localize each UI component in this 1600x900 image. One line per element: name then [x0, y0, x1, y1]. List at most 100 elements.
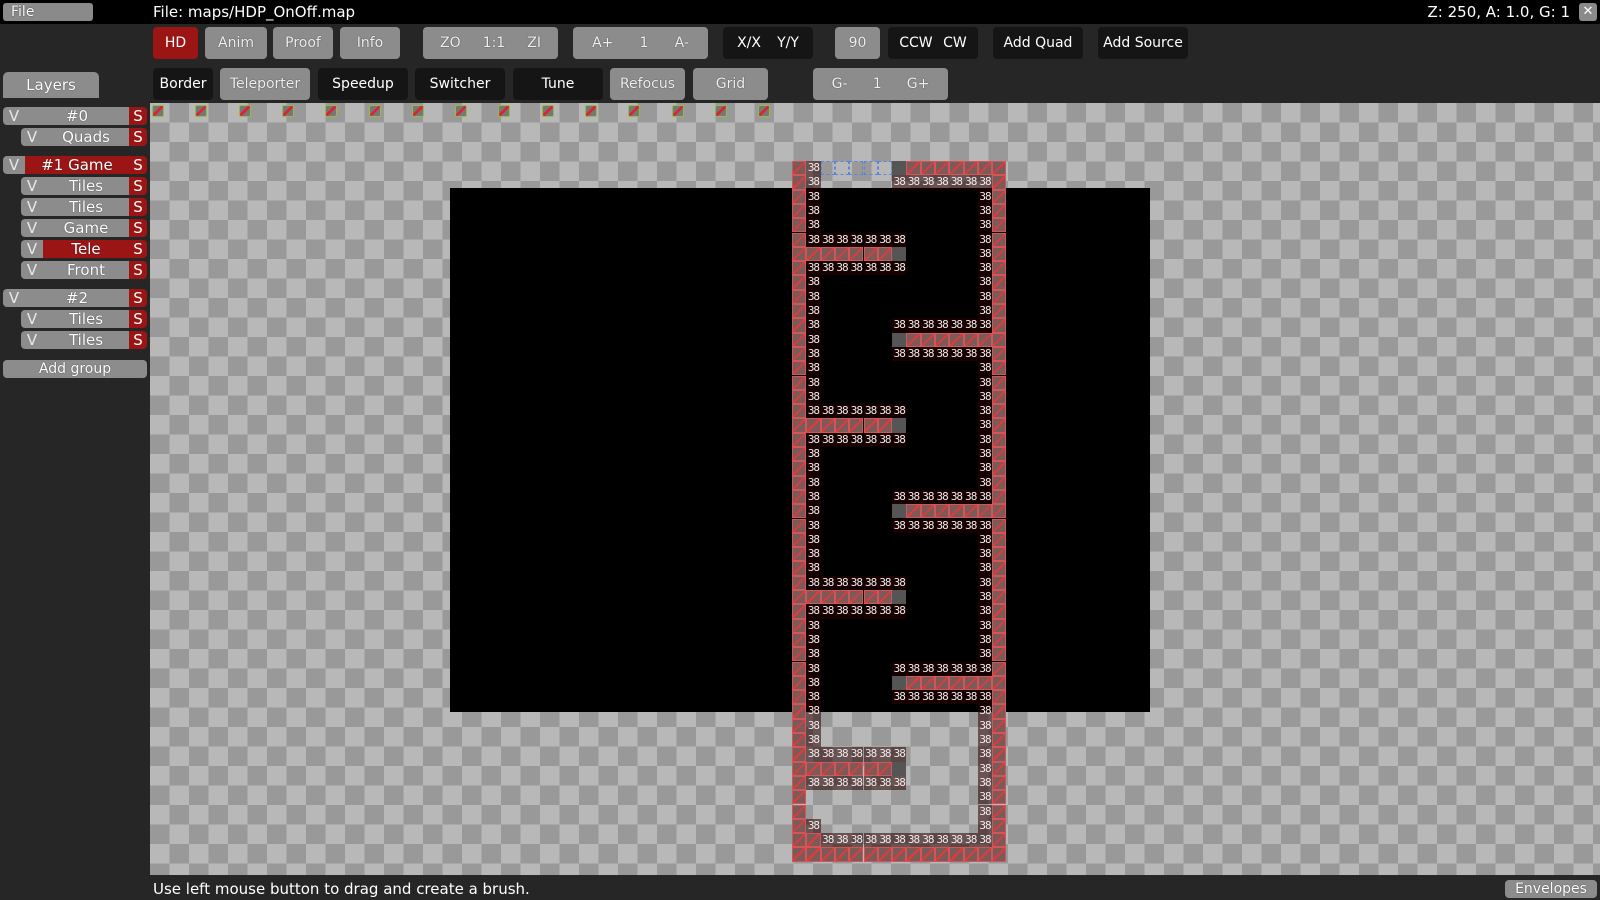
group-solo-toggle[interactable]: S: [129, 156, 147, 174]
border-button[interactable]: Border: [153, 68, 213, 100]
layer-solo-toggle[interactable]: S: [129, 128, 147, 146]
teleporter-button[interactable]: Teleporter: [220, 68, 310, 100]
teleporter-tile: [992, 504, 1007, 519]
layer-visible-toggle[interactable]: V: [21, 177, 43, 195]
layer-name[interactable]: Tele: [43, 240, 129, 258]
tele-number-tile: 38: [977, 547, 993, 562]
layer-item[interactable]: V Tiles S: [21, 331, 147, 349]
group-name[interactable]: #1 Game: [25, 156, 129, 174]
info-button[interactable]: Info: [340, 27, 400, 59]
teleporter-tile: [992, 275, 1007, 290]
layer-solo-toggle[interactable]: S: [129, 310, 147, 328]
tele-number-tile: 38: [935, 346, 950, 362]
strip-tile: [411, 105, 424, 117]
layer-visible-toggle[interactable]: V: [21, 128, 43, 146]
teleporter-tile: [935, 675, 950, 691]
file-menu-button[interactable]: File: [3, 3, 93, 21]
group-visible-toggle[interactable]: V: [3, 289, 25, 307]
add-quad-button[interactable]: Add Quad: [993, 27, 1083, 59]
add-group-button[interactable]: Add group: [3, 360, 147, 378]
rotate-ccw-button[interactable]: CCW: [899, 27, 932, 59]
group-visible-toggle[interactable]: V: [3, 156, 25, 174]
group-solo-toggle[interactable]: S: [129, 289, 147, 307]
layer-item[interactable]: V Tiles S: [21, 310, 147, 328]
teleporter-tile: [963, 504, 978, 519]
layer-solo-toggle[interactable]: S: [129, 219, 147, 237]
layer-name[interactable]: Tiles: [43, 177, 129, 195]
layer-group-0[interactable]: V #0 S: [3, 107, 147, 125]
rotate-cw-button[interactable]: CW: [943, 27, 967, 59]
zoom-out-button[interactable]: ZO: [440, 27, 461, 59]
envelopes-button[interactable]: Envelopes: [1505, 880, 1597, 898]
zoom-in-button[interactable]: ZI: [527, 27, 541, 59]
layer-name[interactable]: Quads: [43, 128, 129, 146]
strip-tile: [455, 105, 468, 117]
refocus-button[interactable]: Refocus: [610, 68, 685, 100]
layer-solo-toggle[interactable]: S: [129, 261, 147, 279]
layer-visible-toggle[interactable]: V: [21, 310, 43, 328]
layer-name[interactable]: Tiles: [43, 310, 129, 328]
grid-minus-button[interactable]: G-: [832, 68, 848, 100]
tele-number-tile: 38: [820, 404, 835, 419]
grid-button[interactable]: Grid: [693, 68, 768, 100]
layer-name[interactable]: Tiles: [43, 198, 129, 216]
map-canvas[interactable]: 38 38 38 38 38 38 38 38 38 38 38 38 38 38 38 38 38 38 38 38…: [150, 103, 1600, 875]
grid-factor-value[interactable]: 1: [873, 68, 882, 100]
anim-faster-button[interactable]: A+: [592, 27, 613, 59]
hd-button[interactable]: HD: [153, 27, 198, 59]
layer-visible-toggle[interactable]: V: [21, 240, 43, 258]
layers-tab[interactable]: Layers: [3, 72, 99, 98]
tele-number-tile: 38: [977, 189, 993, 204]
anim-button[interactable]: Anim: [205, 27, 267, 59]
layer-item[interactable]: V Quads S: [21, 128, 147, 146]
group-visible-toggle[interactable]: V: [3, 107, 25, 125]
speedup-button[interactable]: Speedup: [318, 68, 408, 100]
tele-number-tile: 38: [849, 775, 864, 791]
tune-button[interactable]: Tune: [513, 68, 603, 100]
layer-visible-toggle[interactable]: V: [21, 219, 43, 237]
layer-group-2[interactable]: V #2 S: [3, 289, 147, 307]
tele-number-tile: 38: [849, 747, 864, 762]
group-name[interactable]: #0: [25, 107, 129, 125]
layer-name[interactable]: Game: [43, 219, 129, 237]
layer-item[interactable]: V Tiles S: [21, 177, 147, 195]
layer-item[interactable]: V Tiles S: [21, 198, 147, 216]
layer-solo-toggle[interactable]: S: [129, 331, 147, 349]
anim-speed-value[interactable]: 1: [640, 27, 649, 59]
teleporter-tile: [992, 575, 1007, 590]
layer-group-1[interactable]: V #1 Game S: [3, 156, 147, 174]
layer-solo-toggle[interactable]: S: [129, 240, 147, 258]
dotted-empty-tile: [820, 161, 835, 176]
flip-y-button[interactable]: Y/Y: [777, 27, 799, 59]
layer-solo-toggle[interactable]: S: [129, 177, 147, 195]
layer-name[interactable]: Tiles: [43, 331, 129, 349]
tele-number-tile: 38: [963, 175, 978, 190]
layer-solo-toggle[interactable]: S: [129, 198, 147, 216]
zoom-reset-button[interactable]: 1:1: [483, 27, 506, 59]
layer-visible-toggle[interactable]: V: [21, 331, 43, 349]
rotate-angle-field[interactable]: 90: [835, 27, 880, 59]
tele-number-tile: 38: [935, 833, 950, 848]
anim-slower-button[interactable]: A-: [675, 27, 689, 59]
proof-button[interactable]: Proof: [273, 27, 333, 59]
add-source-button[interactable]: Add Source: [1098, 27, 1188, 59]
layer-item[interactable]: V Game S: [21, 219, 147, 237]
tele-number-tile: 38: [920, 661, 935, 676]
tele-number-tile: 38: [834, 747, 850, 762]
teleporter-tile: [792, 175, 807, 190]
teleporter-tile: [977, 847, 993, 862]
layer-visible-toggle[interactable]: V: [21, 261, 43, 279]
switcher-button[interactable]: Switcher: [415, 68, 505, 100]
close-icon[interactable]: ✕: [1579, 3, 1597, 21]
teleporter-tile: [992, 747, 1007, 762]
layer-item[interactable]: V Front S: [21, 261, 147, 279]
layer-name[interactable]: Front: [43, 261, 129, 279]
strip-tile: [671, 105, 684, 117]
group-solo-toggle[interactable]: S: [129, 107, 147, 125]
flip-x-button[interactable]: X/X: [737, 27, 761, 59]
layer-visible-toggle[interactable]: V: [21, 198, 43, 216]
group-name[interactable]: #2: [25, 289, 129, 307]
layer-item[interactable]: V Tele S: [21, 240, 147, 258]
grid-plus-button[interactable]: G+: [907, 68, 930, 100]
tele-number-tile: 38: [977, 361, 993, 376]
